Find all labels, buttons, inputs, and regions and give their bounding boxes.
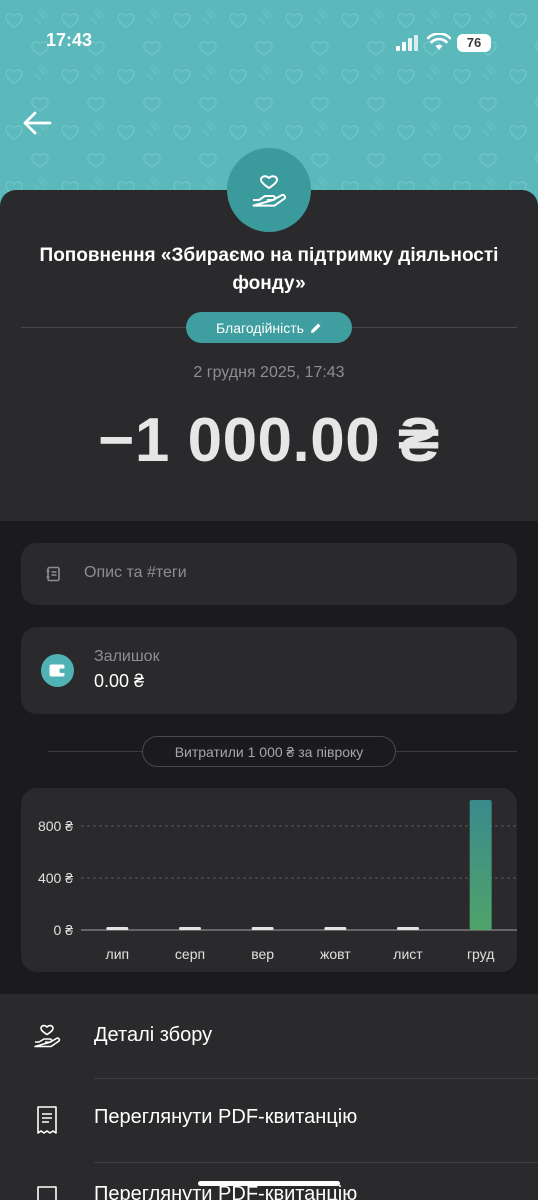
actions-sheet: Деталі збору Переглянути PDF-квитанцію П…: [0, 994, 538, 1200]
menu-label: Деталі збору: [94, 1024, 213, 1046]
arrow-left-icon: [23, 111, 52, 135]
page-title: Поповнення «Збираємо на підтримку діяльн…: [39, 245, 499, 294]
pencil-icon: [310, 323, 321, 333]
chart-bar: [469, 800, 492, 930]
x-tick-label: лист: [393, 946, 423, 962]
spent-summary-chip: Витратили 1 000 ₴ за півроку: [142, 736, 396, 767]
divider: [48, 751, 142, 752]
description-placeholder: Опис та #теги: [84, 564, 187, 581]
receipt-icon: [37, 1106, 57, 1134]
back-button[interactable]: [18, 104, 56, 142]
transaction-amount: −1 000.00 ₴: [98, 406, 440, 475]
hero-icon-circle: [227, 148, 311, 232]
chart-bar: [324, 927, 347, 930]
chart-bar: [179, 927, 201, 930]
chart-bar: [397, 927, 419, 930]
category-chip[interactable]: Благодійність: [186, 312, 352, 343]
x-tick-label: жовт: [320, 946, 351, 962]
x-tick-label: вер: [251, 946, 274, 962]
cellular-signal-icon: [396, 35, 418, 51]
balance-value: 0.00 ₴: [94, 671, 145, 691]
divider: [352, 327, 517, 328]
fundraiser-details-item[interactable]: Деталі збору: [0, 994, 538, 1078]
transaction-date: 2 грудня 2025, 17:43: [193, 364, 345, 381]
heart-hand-icon: [252, 175, 286, 207]
description-field[interactable]: Опис та #теги: [21, 543, 517, 605]
balance-label: Залишок: [94, 648, 160, 665]
divider: [21, 327, 186, 328]
y-tick-label: 800 ₴: [38, 818, 73, 834]
x-tick-label: груд: [467, 946, 494, 962]
menu-label: Переглянути PDF-квитанцію: [94, 1106, 358, 1128]
wifi-icon: [427, 33, 451, 50]
y-tick-label: 0 ₴: [54, 922, 74, 938]
spending-chart: 800 ₴ 400 ₴ 0 ₴ лип серп вер жовт лист груд: [21, 788, 517, 972]
chart-bar: [106, 927, 129, 930]
balance-field: Залишок 0.00 ₴: [21, 627, 517, 714]
divider: [396, 751, 517, 752]
view-pdf-receipt-item[interactable]: Переглянути PDF-квитанцію: [0, 1079, 538, 1163]
y-tick-label: 400 ₴: [38, 870, 73, 886]
status-time: 17:43: [46, 30, 93, 50]
home-indicator: [198, 1181, 340, 1186]
status-bar: 17:43 76: [0, 0, 538, 86]
battery-indicator: 76: [457, 34, 491, 52]
category-label: Благодійність: [216, 319, 304, 336]
wallet-icon: [49, 664, 66, 677]
x-tick-label: лип: [106, 946, 130, 962]
heart-hand-icon: [34, 1024, 61, 1048]
wallet-icon-circle: [41, 654, 74, 687]
notebook-icon: [46, 566, 60, 582]
x-tick-label: серп: [175, 946, 205, 962]
chart-canvas: 800 ₴ 400 ₴ 0 ₴ лип серп вер жовт лист груд: [38, 800, 517, 962]
receipt-icon: [37, 1186, 57, 1200]
chart-bar: [251, 927, 274, 930]
